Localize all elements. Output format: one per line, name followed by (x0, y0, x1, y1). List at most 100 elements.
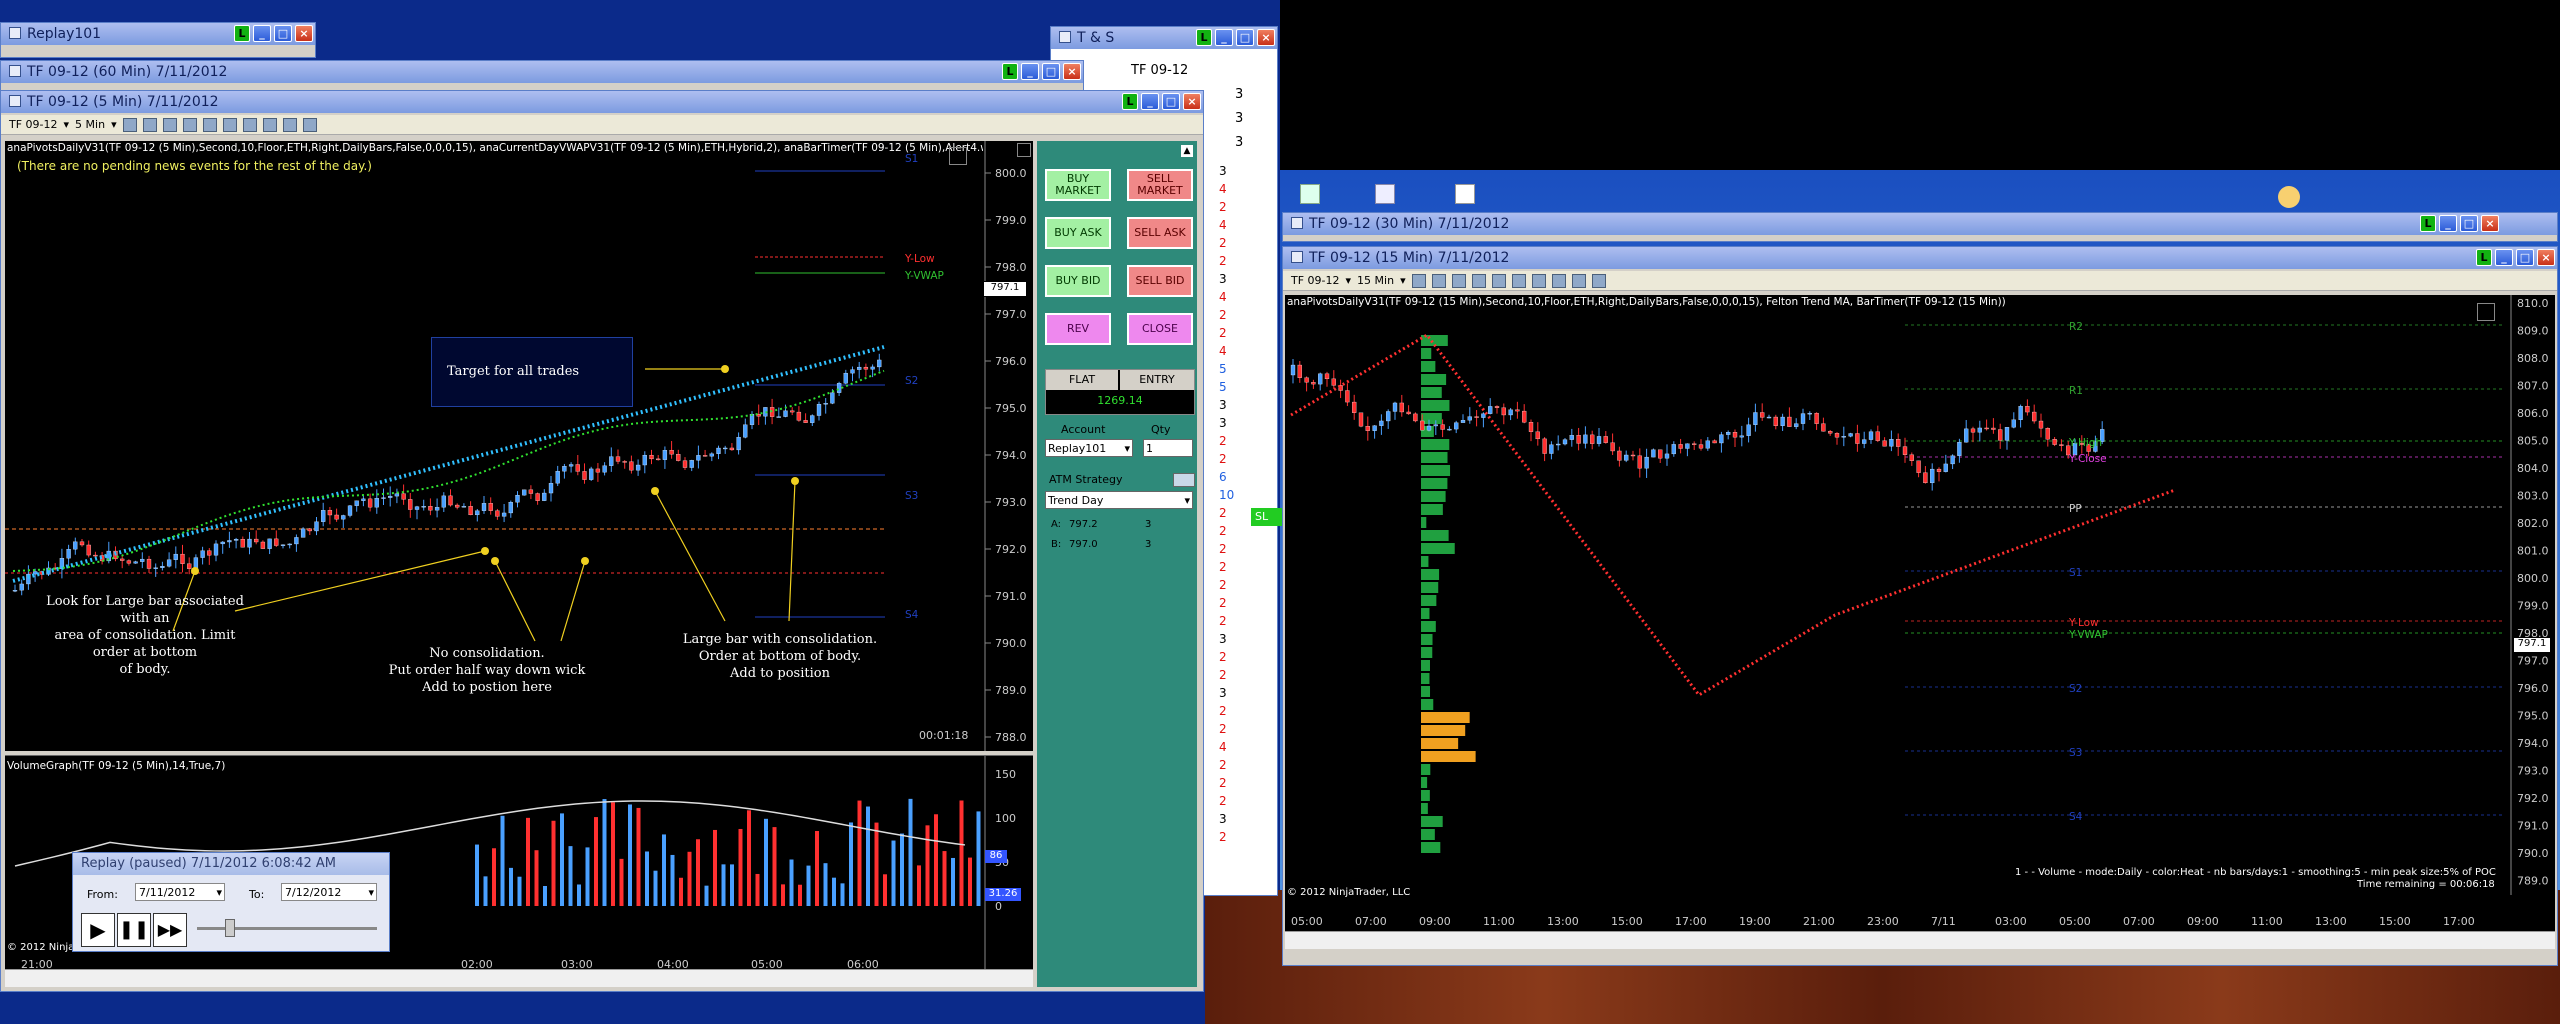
price-chart-15min[interactable]: 810.0 809.0 808.0 807.0 806.0 805.0 804.0 803.0… (1285, 295, 2555, 931)
close-button[interactable]: × (1257, 29, 1275, 46)
dropdown-arrow-icon[interactable]: ▾ (1124, 440, 1130, 458)
dropdown-arrow-icon[interactable]: ▾ (1346, 274, 1352, 287)
chart-30min-title: TF 09-12 (30 Min) 7/11/2012 (1309, 216, 1510, 232)
buy-ask-button[interactable]: BUY ASK (1045, 217, 1111, 249)
draw-pencil-icon[interactable] (1431, 273, 1446, 288)
reverse-button[interactable]: REV (1045, 313, 1111, 345)
close-button[interactable]: × (295, 25, 313, 42)
chart-15min-scrollbar[interactable] (1285, 931, 2555, 949)
properties-icon[interactable] (1511, 273, 1526, 288)
minimize-button[interactable]: _ (2495, 249, 2513, 266)
desktop-icon[interactable] (1375, 184, 1395, 204)
x-axis-label: 21:00 (1803, 915, 1835, 928)
link-button[interactable]: L (2420, 215, 2436, 232)
y-axis-label: 789.0 (2517, 875, 2549, 888)
strategies-icon[interactable] (1551, 273, 1566, 288)
strategies-icon[interactable] (262, 117, 277, 132)
dropdown-arrow-icon[interactable]: ▾ (216, 884, 222, 902)
maximize-button[interactable]: □ (1042, 63, 1060, 80)
close-button[interactable]: × (2537, 249, 2555, 266)
sell-market-button[interactable]: SELL MARKET (1127, 169, 1193, 201)
data-box-icon[interactable] (1571, 273, 1586, 288)
draw-pencil-icon[interactable] (142, 117, 157, 132)
minimize-button[interactable]: _ (2439, 215, 2457, 232)
maximize-button[interactable]: □ (1236, 29, 1254, 46)
zoom-icon[interactable] (1491, 273, 1506, 288)
window-icon[interactable] (1591, 273, 1606, 288)
cursor-icon[interactable] (182, 117, 197, 132)
pause-button[interactable]: ❚❚ (117, 913, 151, 947)
atm-strategy-select[interactable]: Trend Day ▾ (1045, 491, 1193, 509)
y-axis-label: 798.0 (995, 261, 1027, 274)
price-chart-15min-canvas[interactable]: 810.0 809.0 808.0 807.0 806.0 805.0 804.0 803.0… (1285, 295, 2555, 931)
collapse-icon[interactable] (1017, 143, 1031, 157)
minimize-button[interactable]: _ (253, 25, 271, 42)
qty-stepper[interactable]: 1 (1143, 439, 1193, 457)
candle-body (1834, 433, 1840, 438)
maximize-button[interactable]: □ (274, 25, 292, 42)
play-icon (949, 147, 967, 165)
link-button[interactable]: L (1196, 29, 1212, 46)
indicators-icon[interactable] (242, 117, 257, 132)
replay-speed-slider-thumb[interactable] (225, 919, 235, 937)
dropdown-arrow-icon[interactable]: ▾ (1400, 274, 1406, 287)
volume-profile-bar (1421, 556, 1429, 567)
minimize-button[interactable]: _ (1141, 93, 1159, 110)
minimize-button[interactable]: _ (1215, 29, 1233, 46)
recycle-bin-icon[interactable] (1300, 184, 1320, 204)
link-button[interactable]: L (1122, 93, 1138, 110)
cursor-icon[interactable] (1471, 273, 1486, 288)
minimize-button[interactable]: _ (1021, 63, 1039, 80)
replay-speed-slider[interactable] (197, 927, 377, 930)
draw-tool-icon[interactable] (1451, 273, 1466, 288)
close-button[interactable]: × (1063, 63, 1081, 80)
dropdown-arrow-icon[interactable]: ▾ (111, 118, 117, 131)
buy-market-button[interactable]: BUY MARKET (1045, 169, 1111, 201)
panel-collapse-icon[interactable]: ▲ (1181, 145, 1193, 157)
sell-bid-button[interactable]: SELL BID (1127, 265, 1193, 297)
sell-ask-button[interactable]: SELL ASK (1127, 217, 1193, 249)
zoom-icon[interactable] (202, 117, 217, 132)
bar-type-icon[interactable] (122, 117, 137, 132)
dom-number: 4 (1219, 218, 1227, 232)
candle-body (836, 383, 842, 393)
data-box-icon[interactable] (282, 117, 297, 132)
indicators-icon[interactable] (1531, 273, 1546, 288)
candle-body (1420, 420, 1425, 431)
maximize-button[interactable]: □ (1162, 93, 1180, 110)
price-chart-5min[interactable]: 800.0 799.0 798.0 797.0 796.0 795.0 794.0 793.0… (5, 141, 1033, 751)
link-button[interactable]: L (2476, 249, 2492, 266)
desktop-icon[interactable] (1455, 184, 1475, 204)
bar-type-icon[interactable] (1411, 273, 1426, 288)
play-button[interactable]: ▶ (81, 913, 115, 947)
candle-body (1583, 434, 1588, 444)
window-icon[interactable] (302, 117, 317, 132)
link-button[interactable]: L (234, 25, 250, 42)
dropdown-arrow-icon[interactable]: ▾ (64, 118, 70, 131)
properties-icon[interactable] (222, 117, 237, 132)
atm-strategy-value: Trend Day (1048, 494, 1104, 507)
close-button[interactable]: × (1183, 93, 1201, 110)
chart-5min-scrollbar[interactable] (5, 969, 1033, 987)
draw-tool-icon[interactable] (162, 117, 177, 132)
fast-forward-button[interactable]: ▶▶ (153, 913, 187, 947)
dropdown-arrow-icon[interactable]: ▾ (1184, 492, 1190, 510)
to-date-input[interactable]: 7/12/2012 ▾ (281, 883, 377, 901)
account-select[interactable]: Replay101 ▾ (1045, 439, 1133, 457)
link-button[interactable]: L (1002, 63, 1018, 80)
y-axis-label: 808.0 (2517, 352, 2549, 365)
close-button[interactable]: × (2481, 215, 2499, 232)
from-date-input[interactable]: 7/11/2012 ▾ (135, 883, 225, 901)
atm-strategy-toggle[interactable] (1173, 473, 1195, 487)
interval-selector[interactable]: 15 Min (1357, 274, 1394, 287)
close-position-button[interactable]: CLOSE (1127, 313, 1193, 345)
maximize-button[interactable]: □ (2516, 249, 2534, 266)
candle-body (857, 366, 862, 370)
dropdown-arrow-icon[interactable]: ▾ (368, 884, 374, 902)
instrument-selector[interactable]: TF 09-12 (1291, 274, 1340, 287)
interval-selector[interactable]: 5 Min (75, 118, 105, 131)
s3-label-15: S3 (2069, 747, 2083, 759)
buy-bid-button[interactable]: BUY BID (1045, 265, 1111, 297)
instrument-selector[interactable]: TF 09-12 (9, 118, 58, 131)
maximize-button[interactable]: □ (2460, 215, 2478, 232)
